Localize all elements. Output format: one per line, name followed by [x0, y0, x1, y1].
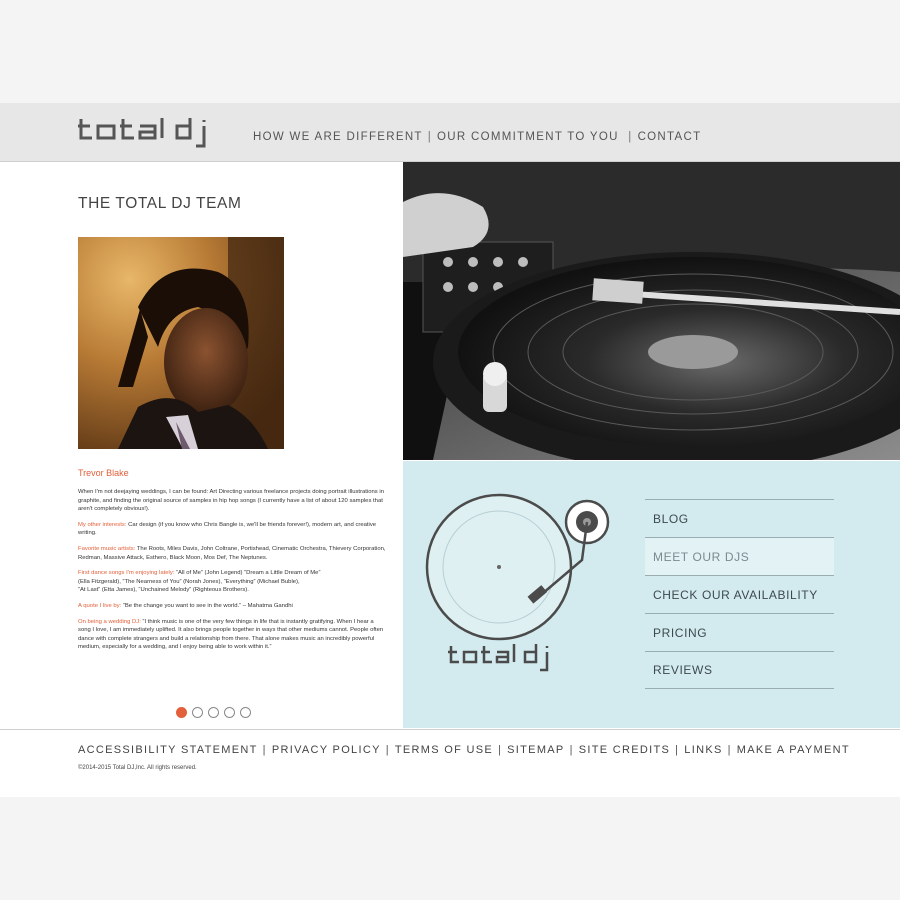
- bio-songs: First dance songs I'm enjoying lately: “…: [78, 569, 386, 595]
- wedding-label: On being a wedding DJ:: [78, 618, 141, 625]
- footer-link-privacy[interactable]: PRIVACY POLICY: [272, 744, 381, 756]
- footer-link-accessibility[interactable]: ACCESSIBILITY STATEMENT: [78, 744, 258, 756]
- footer-separator: |: [385, 744, 390, 756]
- sidenav-item-meet-our-djs[interactable]: MEET OUR DJS: [645, 537, 834, 575]
- page-title: THE TOTAL DJ TEAM: [78, 195, 242, 212]
- interests-label: My other interests:: [78, 521, 127, 528]
- nav-how-we-are-different[interactable]: HOW WE ARE DIFFERENT: [253, 131, 423, 143]
- sidenav-item-blog[interactable]: BLOG: [645, 499, 834, 537]
- songs-label: First dance songs I'm enjoying lately:: [78, 570, 175, 577]
- bio-interests: My other interests: Car design (if you k…: [78, 521, 386, 538]
- songs-line-1: “All of Me” (John Legend) “Dream a Littl…: [174, 570, 321, 577]
- sidenav-item-pricing[interactable]: PRICING: [645, 613, 834, 651]
- carousel-dot[interactable]: [224, 707, 235, 718]
- turntable-hero-image: [403, 162, 900, 472]
- side-navigation: BLOG MEET OUR DJS CHECK OUR AVAILABILITY…: [645, 499, 834, 689]
- footer-separator: |: [727, 744, 732, 756]
- top-navigation: HOW WE ARE DIFFERENT | OUR COMMITMENT TO Y…: [253, 131, 701, 143]
- total-dj-logo[interactable]: [78, 116, 220, 153]
- turntable-logo-icon: [425, 493, 610, 672]
- carousel-dot[interactable]: [176, 707, 187, 718]
- dj-bio: When I'm not deejaying weddings, I can b…: [78, 488, 386, 659]
- nav-contact[interactable]: CONTACT: [638, 131, 702, 143]
- nav-our-commitment[interactable]: OUR COMMITMENT TO YOU: [437, 131, 619, 143]
- footer-separator: |: [675, 744, 680, 756]
- songs-line-2: (Ella Fitzgerald), “The Nearness of You”…: [78, 578, 300, 585]
- footer-separator: |: [569, 744, 574, 756]
- footer-separator: |: [262, 744, 267, 756]
- copyright-notice: ©2014-2015 Total DJ,Inc. All rights rese…: [78, 765, 197, 771]
- sidenav-item-reviews[interactable]: REVIEWS: [645, 651, 834, 689]
- artists-label: Favorite music artists:: [78, 545, 136, 552]
- footer-link-make-payment[interactable]: MAKE A PAYMENT: [737, 744, 850, 756]
- footer-link-site-credits[interactable]: SITE CREDITS: [579, 744, 670, 756]
- nav-separator: |: [623, 131, 633, 143]
- carousel-dot[interactable]: [240, 707, 251, 718]
- logo-wordmark-icon: [78, 118, 206, 148]
- nav-separator: |: [427, 131, 433, 143]
- dj-name: Trevor Blake: [78, 468, 129, 478]
- dj-portrait-image: [78, 237, 284, 449]
- songs-line-3: “At Last” (Etta James), “Unchained Melod…: [78, 587, 249, 594]
- footer-link-sitemap[interactable]: SITEMAP: [507, 744, 564, 756]
- bio-wedding: On being a wedding DJ: “I think music is…: [78, 618, 386, 652]
- bio-artists: Favorite music artists: The Roots, Miles…: [78, 545, 386, 562]
- footer-navigation: ACCESSIBILITY STATEMENT | PRIVACY POLICY | T…: [78, 744, 850, 756]
- bio-intro: When I'm not deejaying weddings, I can b…: [78, 489, 384, 513]
- sidenav-item-check-availability[interactable]: CHECK OUR AVAILABILITY: [645, 575, 834, 613]
- footer-link-terms[interactable]: TERMS OF USE: [395, 744, 493, 756]
- footer-separator: |: [498, 744, 503, 756]
- footer-divider: [0, 729, 900, 730]
- carousel-dot[interactable]: [192, 707, 203, 718]
- quote-text: “Be the change you want to see in the wo…: [121, 602, 293, 609]
- quote-label: A quote I live by:: [78, 602, 122, 609]
- bio-quote: A quote I live by: “Be the change you wa…: [78, 602, 386, 611]
- footer-link-links[interactable]: LINKS: [684, 744, 722, 756]
- turntable-logo: [424, 490, 624, 685]
- carousel-pagination: [176, 707, 251, 718]
- carousel-dot[interactable]: [208, 707, 219, 718]
